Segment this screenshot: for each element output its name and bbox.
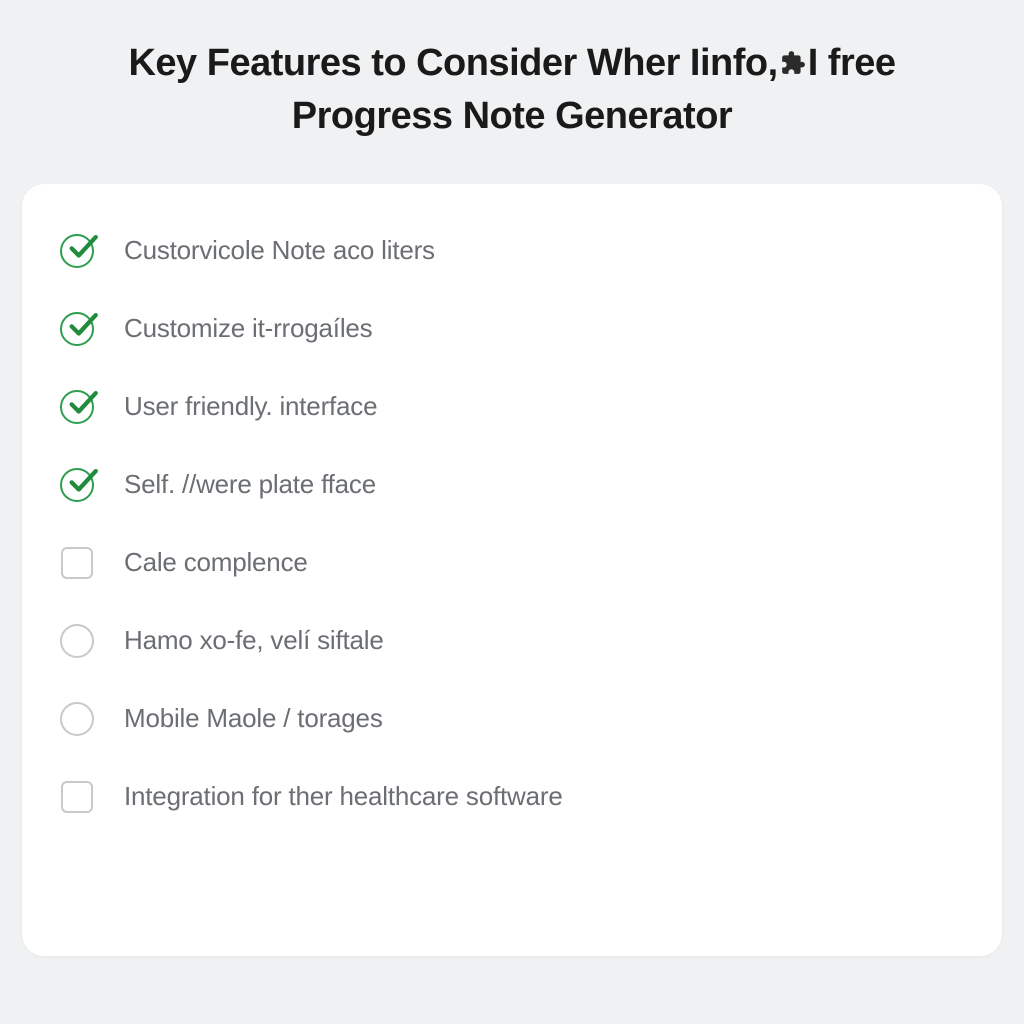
item-label: User friendly. interface bbox=[124, 391, 377, 422]
check-icon[interactable] bbox=[58, 466, 96, 504]
list-item: Customize it-rrogaíles bbox=[54, 290, 970, 368]
item-label: Mobile Maole / torages bbox=[124, 703, 383, 734]
item-label: Integration for ther healthcare software bbox=[124, 781, 563, 812]
title-line-1b: I free bbox=[808, 42, 896, 84]
list-item: Cale complence bbox=[54, 524, 970, 602]
title-line-1a: Key Features to Consider Wher Iinfo, bbox=[128, 42, 777, 84]
list-item: Custorvicole Note aco liters bbox=[54, 212, 970, 290]
check-icon[interactable] bbox=[58, 232, 96, 270]
list-item: Self. //were plate fface bbox=[54, 446, 970, 524]
list-item: Mobile Maole / torages bbox=[54, 680, 970, 758]
item-label: Hamo xo-fe, velí siftale bbox=[124, 625, 384, 656]
page-title: Key Features to Consider Wher Iinfo, I fr… bbox=[0, 0, 1024, 170]
item-label: Custorvicole Note aco liters bbox=[124, 235, 435, 266]
features-card: Custorvicole Note aco liters Customize i… bbox=[22, 184, 1002, 956]
item-label: Customize it-rrogaíles bbox=[124, 313, 372, 344]
check-icon[interactable] bbox=[58, 310, 96, 348]
check-icon[interactable] bbox=[58, 388, 96, 426]
list-item: Integration for ther healthcare software bbox=[54, 758, 970, 836]
item-label: Cale complence bbox=[124, 547, 308, 578]
radio-empty-icon[interactable] bbox=[58, 622, 96, 660]
checkbox-empty-icon[interactable] bbox=[58, 778, 96, 816]
checkbox-empty-icon[interactable] bbox=[58, 544, 96, 582]
title-line-2: Progress Note Generator bbox=[292, 95, 732, 137]
radio-empty-icon[interactable] bbox=[58, 700, 96, 738]
list-item: Hamo xo-fe, velí siftale bbox=[54, 602, 970, 680]
puzzle-icon bbox=[780, 39, 806, 90]
list-item: User friendly. interface bbox=[54, 368, 970, 446]
item-label: Self. //were plate fface bbox=[124, 469, 376, 500]
